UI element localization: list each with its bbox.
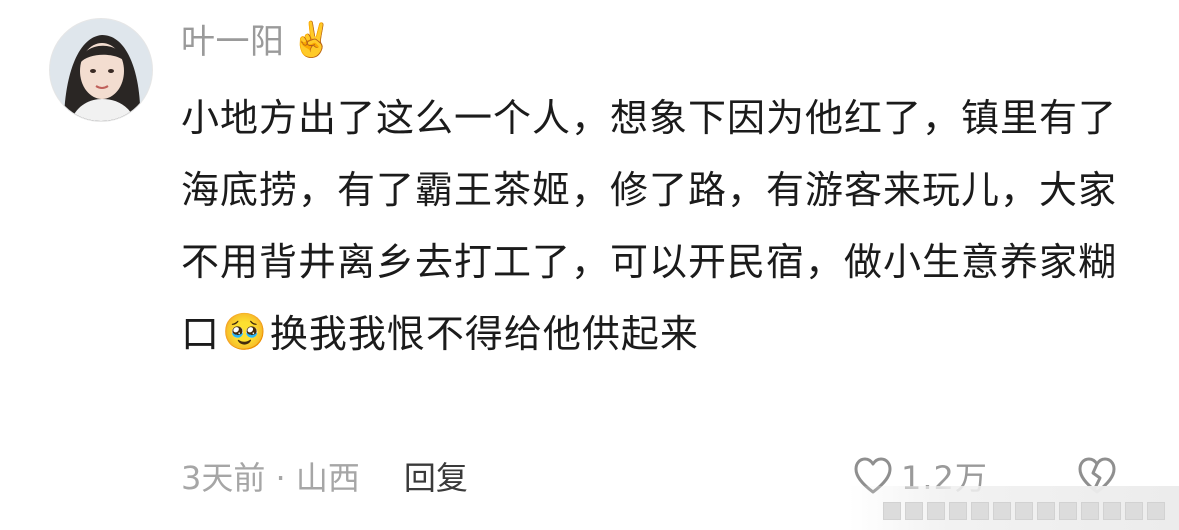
watermark-block <box>1147 502 1165 520</box>
watermark-block <box>993 502 1011 520</box>
victory-hand-icon: ✌️ <box>290 20 333 60</box>
time-location: 3天前 · 山西 <box>181 459 360 497</box>
comment-text: 小地方出了这么一个人，想象下因为他红了，镇里有了海底捞，有了霸王茶姬，修了路，有… <box>181 82 1141 373</box>
watermark-block <box>1125 502 1143 520</box>
reply-button[interactable]: 回复 <box>404 453 468 499</box>
comment-meta: 3天前 · 山西 回复 <box>181 452 468 500</box>
watermark-block <box>1103 502 1121 520</box>
watermark-block <box>1081 502 1099 520</box>
username-row: 叶一阳 ✌️ <box>181 14 333 70</box>
watermark-block <box>883 502 901 520</box>
watermark-block <box>1037 502 1055 520</box>
watermark-block <box>905 502 923 520</box>
pleading-face-icon: 🥹 <box>222 311 268 353</box>
comment-text-part2: 换我我恨不得给他供起来 <box>269 312 699 356</box>
watermark-block <box>949 502 967 520</box>
watermark-block <box>927 502 945 520</box>
watermark-strip <box>849 486 1179 530</box>
avatar-portrait-image <box>50 19 152 121</box>
user-avatar[interactable] <box>49 18 153 122</box>
comment-card: 叶一阳 ✌️ 小地方出了这么一个人，想象下因为他红了，镇里有了海底捞，有了霸王茶… <box>0 0 1179 530</box>
watermark-block <box>1059 502 1077 520</box>
watermark-block <box>1015 502 1033 520</box>
username[interactable]: 叶一阳 <box>181 25 285 59</box>
watermark-block <box>971 502 989 520</box>
watermark-blocks <box>883 502 1165 520</box>
